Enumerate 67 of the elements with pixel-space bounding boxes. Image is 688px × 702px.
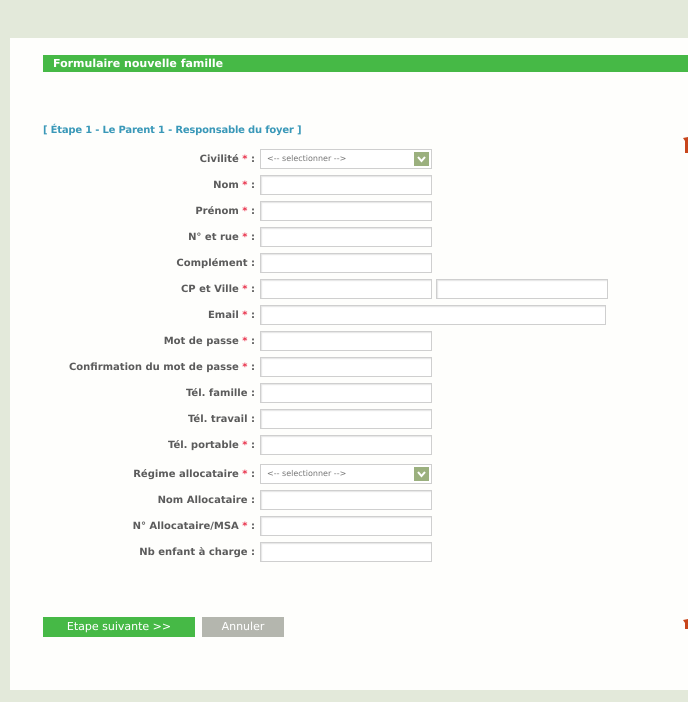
colon: : [251,546,255,558]
colon: : [251,284,255,294]
colon: : [251,206,255,216]
chevron-down-icon [414,152,429,166]
field-label: Complément [176,258,248,268]
field-label: Tél. famille [186,388,248,398]
input-field[interactable] [260,542,432,562]
required-mark: * [242,180,248,190]
required-mark: * [242,520,248,532]
colon: : [251,310,255,320]
colon: : [251,180,255,190]
bracket-mark [682,619,688,629]
field-label: Nb enfant à charge [139,546,248,558]
colon: : [251,388,255,398]
select-field[interactable]: <-- selectionner --> [260,149,432,169]
input-field[interactable] [260,383,432,403]
colon: : [251,414,255,424]
required-mark: * [242,232,248,242]
form-title: Formulaire nouvelle famille [53,58,224,69]
colon: : [251,154,255,164]
field-label: Tél. travail [188,414,248,424]
field-label: Nom [213,180,239,190]
input-field[interactable] [260,331,432,351]
input-field[interactable] [260,227,432,247]
input-field[interactable] [436,279,608,299]
form-button[interactable]: Etape suivante >> [43,617,195,637]
input-field[interactable] [260,516,432,536]
colon: : [251,362,255,372]
colon: : [251,494,255,506]
field-label: CP et Ville [180,284,239,294]
required-mark: * [242,336,248,346]
input-field[interactable] [260,357,432,377]
input-field[interactable] [260,305,606,325]
required-mark: * [242,440,248,450]
field-label: Mot de passe [164,336,239,346]
colon: : [251,336,255,346]
input-field[interactable] [260,253,432,273]
field-label: Régime allocataire [133,468,239,480]
field-label: Tél. portable [168,440,239,450]
select-field[interactable]: <-- selectionner --> [260,464,432,484]
required-mark: * [242,206,248,216]
required-mark: * [242,468,248,480]
colon: : [251,258,255,268]
input-field[interactable] [260,490,432,510]
colon: : [251,440,255,450]
field-label: N° et rue [188,232,239,242]
field-label: Email [208,310,239,320]
required-mark: * [242,310,248,320]
input-field[interactable] [260,201,432,221]
required-mark: * [242,362,248,372]
input-field[interactable] [260,435,432,455]
required-mark: * [242,284,248,294]
step-title: [ Étape 1 - Le Parent 1 - Responsable du foyer ] [43,122,302,138]
field-label: N° Allocataire/MSA [132,520,239,532]
field-label: Civilité [200,154,239,164]
input-field[interactable] [260,409,432,429]
colon: : [251,520,255,532]
field-label: Nom Allocataire [158,494,248,506]
colon: : [251,468,255,480]
field-label: Confirmation du mot de passe [68,362,239,372]
input-field[interactable] [260,175,432,195]
bracket-mark [682,137,688,153]
field-label: Prénom [195,206,239,216]
input-field[interactable] [260,279,432,299]
chevron-down-icon [414,467,429,481]
required-mark: * [242,154,248,164]
colon: : [251,232,255,242]
